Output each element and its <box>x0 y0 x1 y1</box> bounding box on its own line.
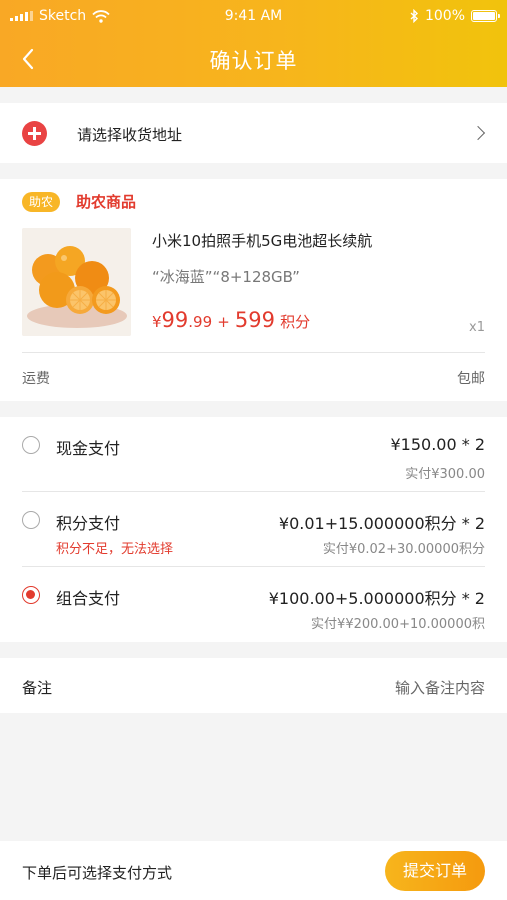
payment-option-cash[interactable]: 现金支付 ¥150.00 * 2 实付¥300.00 <box>0 417 507 492</box>
product-quantity: x1 <box>469 320 485 335</box>
radio-points[interactable] <box>22 511 40 529</box>
payment-actual: 实付¥0.02+30.00000积分 <box>322 542 485 557</box>
bluetooth-icon <box>410 9 418 23</box>
product-name: 小米10拍照手机5G电池超长续航 <box>152 232 373 250</box>
payment-label: 组合支付 <box>56 589 121 608</box>
product-spec: “冰海蓝”“8+128GB” <box>152 268 300 286</box>
payment-amount: ¥150.00 * 2 <box>390 435 485 454</box>
payment-option-combined[interactable]: 组合支付 ¥100.00+5.000000积分 * 2 实付¥¥200.00+1… <box>0 567 507 642</box>
radio-cash[interactable] <box>22 436 40 454</box>
divider <box>22 352 485 353</box>
submit-order-button[interactable]: 提交订单 <box>385 851 485 891</box>
payment-actual: 实付¥¥200.00+10.00000积 <box>311 617 485 632</box>
goods-category: 助农商品 <box>76 193 137 211</box>
shipping-value: 包邮 <box>457 371 485 387</box>
add-address-icon <box>22 121 47 146</box>
header: Sketch 9:41 AM 100% 确认订单 <box>0 0 507 87</box>
product-image[interactable] <box>22 228 131 336</box>
memo-input[interactable]: 输入备注内容 <box>395 677 485 698</box>
status-bar: Sketch 9:41 AM 100% <box>0 0 507 32</box>
battery-percent: 100% <box>424 8 465 24</box>
memo-label: 备注 <box>22 679 53 697</box>
radio-combined[interactable] <box>22 586 40 604</box>
payment-amount: ¥0.01+15.000000积分 * 2 <box>278 514 485 533</box>
footer-hint: 下单后可选择支付方式 <box>22 864 173 882</box>
battery-icon <box>471 10 500 22</box>
payment-amount: ¥100.00+5.000000积分 * 2 <box>268 589 485 608</box>
memo-row[interactable]: 备注 输入备注内容 <box>0 658 507 713</box>
payment-methods: 现金支付 ¥150.00 * 2 实付¥300.00 积分支付 积分不足，无法选… <box>0 417 507 642</box>
payment-label: 积分支付 <box>56 514 121 533</box>
nav-bar: 确认订单 <box>0 32 507 87</box>
chevron-right-icon <box>470 125 486 141</box>
payment-warning: 积分不足，无法选择 <box>56 542 174 557</box>
payment-actual: 实付¥300.00 <box>405 467 485 482</box>
product-price: ¥99.99 + 599 积分 <box>152 308 311 332</box>
footer-bar: 下单后可选择支付方式 提交订单 <box>0 841 507 900</box>
payment-label: 现金支付 <box>56 439 121 458</box>
goods-tag: 助农 <box>22 192 61 212</box>
shipping-label: 运费 <box>22 371 50 387</box>
address-selector[interactable]: 请选择收货地址 <box>0 103 507 163</box>
address-label: 请选择收货地址 <box>77 126 183 144</box>
page-title: 确认订单 <box>209 49 298 73</box>
goods-card: 助农 助农商品 小米10拍照手机5G电池超长续航 “冰海蓝”“8+128GB” … <box>0 179 507 401</box>
payment-option-points[interactable]: 积分支付 积分不足，无法选择 ¥0.01+15.000000积分 * 2 实付¥… <box>0 492 507 567</box>
